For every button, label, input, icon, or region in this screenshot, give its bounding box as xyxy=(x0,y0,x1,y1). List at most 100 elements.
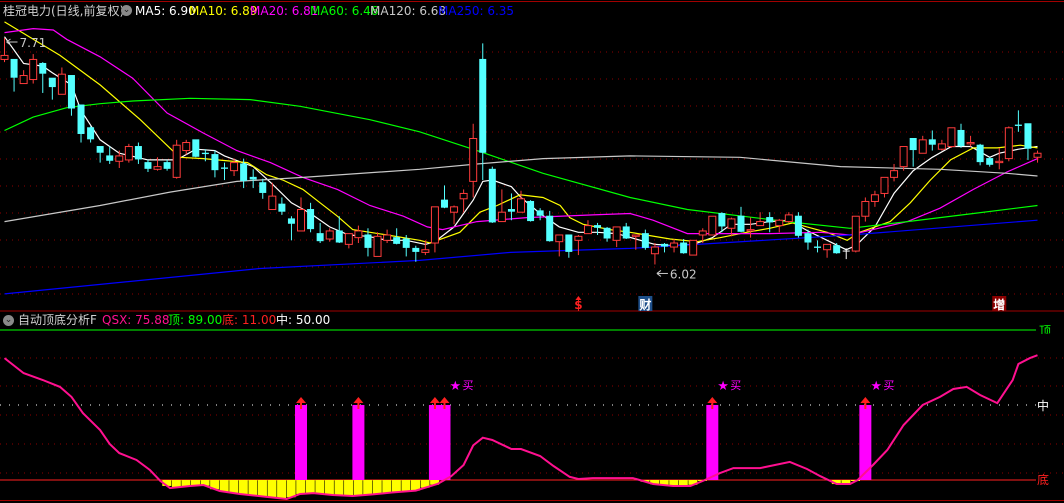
candle-body xyxy=(172,144,181,178)
candle xyxy=(536,208,544,221)
candle xyxy=(966,135,975,147)
chevron-down-circle-icon[interactable]: ⌄ xyxy=(121,5,132,16)
candle-body xyxy=(134,146,142,160)
indicator-title: 自动顶底分析F xyxy=(18,313,97,327)
ma60-label: MA60: 6.46 xyxy=(310,4,379,18)
ma5-label: MA5: 6.90 xyxy=(135,4,196,18)
negative-bar xyxy=(248,480,258,496)
negative-bar xyxy=(219,480,229,492)
negative-bar xyxy=(296,480,306,494)
candle-body xyxy=(29,58,38,81)
candle xyxy=(574,234,583,256)
candle-body xyxy=(928,139,936,145)
candle-body xyxy=(335,230,343,243)
candle-body xyxy=(268,195,277,211)
signal-bar xyxy=(706,405,719,480)
candle-body xyxy=(851,215,860,252)
candle xyxy=(459,189,468,213)
candle-body xyxy=(249,176,257,180)
negative-bar xyxy=(277,480,287,499)
candle-body xyxy=(650,246,659,255)
candle xyxy=(325,228,334,242)
negative-bar xyxy=(334,480,344,496)
candle-body xyxy=(316,233,324,242)
event-marker[interactable]: 财 xyxy=(638,297,651,312)
candle-body xyxy=(775,219,784,227)
candle xyxy=(373,232,382,257)
candle xyxy=(737,206,745,233)
candle-body xyxy=(39,62,47,74)
candle xyxy=(172,139,181,179)
event-marker[interactable]: $ xyxy=(574,298,582,312)
event-marker[interactable]: 增 xyxy=(993,297,1005,312)
negative-bar xyxy=(238,480,248,495)
candle xyxy=(890,163,899,182)
candle-body xyxy=(622,226,630,239)
mid-value: 中: 50.00 xyxy=(276,313,331,327)
candle-body xyxy=(297,209,306,232)
qsx-line xyxy=(3,354,1038,501)
candle xyxy=(880,176,889,198)
candle-body xyxy=(746,229,755,232)
candle xyxy=(1033,150,1042,163)
candle xyxy=(842,248,850,260)
top-value: 顶: 89.00 xyxy=(168,313,223,327)
candle-body xyxy=(870,194,879,202)
candle-body xyxy=(373,235,382,257)
candle xyxy=(976,143,984,166)
candle-body xyxy=(469,138,478,182)
candle xyxy=(440,185,448,209)
candle xyxy=(19,70,28,85)
bottom-value: 底: 11.00 xyxy=(222,313,277,327)
candle xyxy=(39,62,47,93)
candle-body xyxy=(77,104,85,134)
candle xyxy=(182,139,191,155)
level-mid-label: 中 xyxy=(1037,399,1050,413)
candle xyxy=(383,229,392,244)
candle xyxy=(10,58,18,92)
candle-body xyxy=(10,58,18,78)
candle xyxy=(928,130,936,151)
candle-body xyxy=(603,227,611,239)
candle-body xyxy=(211,154,219,171)
candle xyxy=(450,205,459,225)
chevron-down-circle-icon[interactable]: ⌄ xyxy=(3,315,14,326)
candle xyxy=(814,240,822,253)
candle-body xyxy=(947,127,956,148)
candle xyxy=(259,178,267,199)
candle xyxy=(144,159,152,172)
candle xyxy=(746,217,755,238)
candle-body xyxy=(594,225,602,228)
candle xyxy=(488,166,496,223)
chart-canvas[interactable]: 7.716.02$ 财增★ 买 ★ 买 ★ 买 xyxy=(0,0,1064,503)
negative-bar xyxy=(353,480,363,496)
candle xyxy=(106,146,114,164)
candle xyxy=(497,189,506,223)
candle-body xyxy=(574,235,583,241)
candle xyxy=(660,243,668,253)
candle xyxy=(594,222,602,235)
candle-body xyxy=(937,143,946,150)
candle-body xyxy=(641,233,649,248)
negative-bar xyxy=(267,480,277,498)
candle-body xyxy=(497,211,506,223)
candle-body xyxy=(909,138,917,151)
candle-body xyxy=(784,214,793,223)
candle-body xyxy=(488,168,496,223)
candle-body xyxy=(87,127,95,140)
candle-body xyxy=(402,238,410,248)
candle xyxy=(641,229,649,250)
stock-title: 桂冠电力(日线,前复权) xyxy=(3,4,125,18)
candle-body xyxy=(393,237,401,244)
candle-body xyxy=(354,230,363,239)
candle-body xyxy=(756,221,765,227)
candle-body xyxy=(479,58,487,153)
stock-chart-window: 7.71 6.02 $ 财增 ★ 买 ★ 买 ★ 买 桂冠电力(日线,前复权) ⌄ MA5: 6.… xyxy=(0,0,1064,503)
candle-body xyxy=(344,233,353,245)
candle xyxy=(307,202,315,233)
candle-body xyxy=(153,166,162,170)
candle-body xyxy=(689,239,698,256)
low-price-label: 6.02 xyxy=(670,267,697,281)
candle-body xyxy=(670,242,679,248)
candle-body xyxy=(421,249,430,253)
